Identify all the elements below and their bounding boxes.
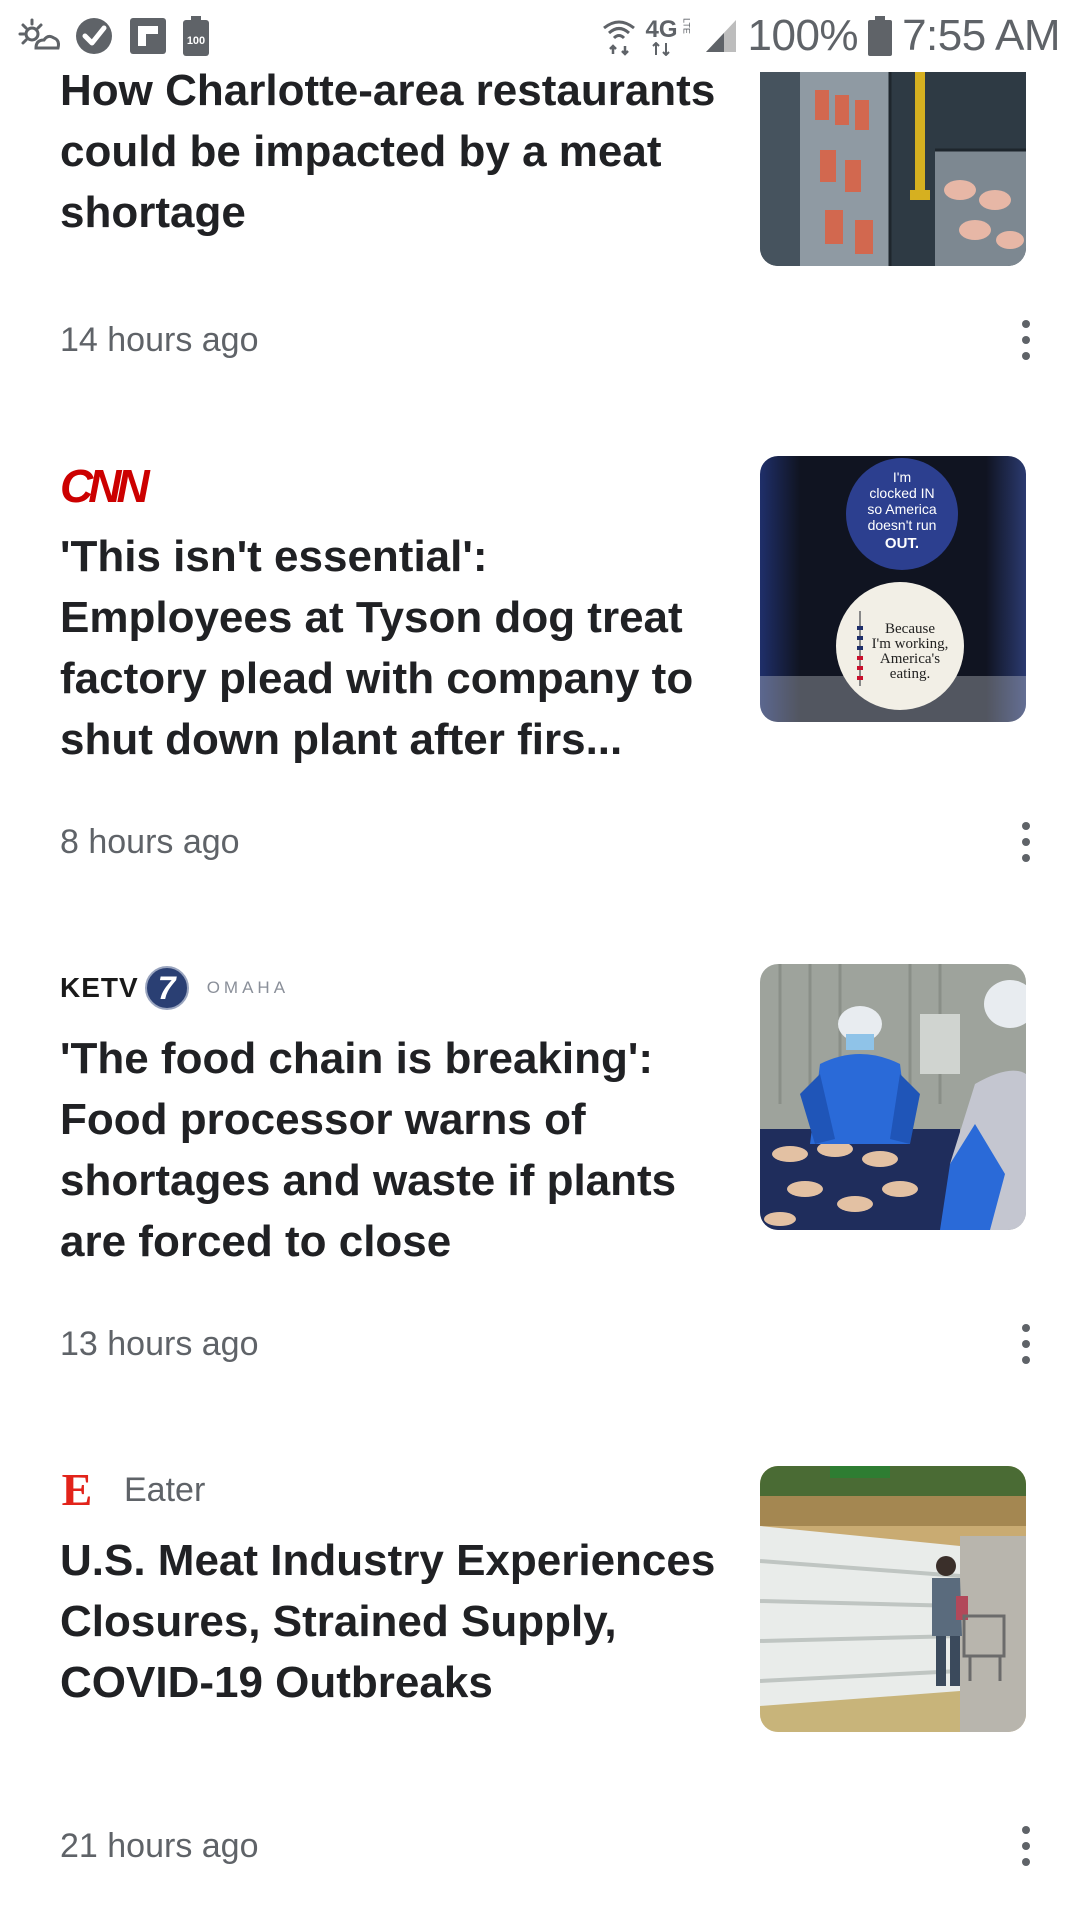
svg-text:America's: America's: [880, 651, 940, 667]
svg-text:Because: Because: [885, 621, 935, 637]
article-timestamp: 13 hours ago: [60, 1325, 259, 1363]
dot: [1022, 320, 1030, 328]
cellular-signal-icon: [704, 18, 738, 54]
more-options-button[interactable]: [1004, 812, 1048, 872]
eater-logo: E: [61, 1464, 93, 1515]
dot: [1022, 352, 1030, 360]
svg-text:100: 100: [187, 35, 205, 47]
dot: [1022, 1826, 1030, 1834]
food-processing-workers-image: [760, 964, 1026, 1230]
dot: [1022, 1340, 1030, 1348]
article-headline[interactable]: 'This isn't essential': Employees at Tys…: [60, 526, 730, 770]
article-headline[interactable]: How Charlotte-area restaurants could be …: [60, 60, 730, 243]
article-timestamp: 21 hours ago: [60, 1827, 259, 1865]
article-headline[interactable]: U.S. Meat Industry Experiences Closures,…: [60, 1530, 730, 1713]
battery-saver-icon: 100: [182, 15, 210, 57]
svg-text:eating.: eating.: [890, 666, 930, 682]
svg-text:I'm working,: I'm working,: [872, 636, 949, 652]
battery-icon: [868, 16, 893, 56]
dot: [1022, 1324, 1030, 1332]
empty-meat-shelves-image: [760, 1466, 1026, 1732]
flipboard-icon: [128, 16, 168, 56]
dot: [1022, 854, 1030, 862]
svg-text:I'm: I'm: [893, 469, 911, 485]
article-source[interactable]: E Eater: [60, 1464, 206, 1515]
dot: [1022, 838, 1030, 846]
notification-icons: 100: [16, 12, 210, 60]
dot: [1022, 1842, 1030, 1850]
article-thumbnail[interactable]: [760, 1466, 1026, 1732]
svg-text:clocked IN: clocked IN: [869, 485, 934, 501]
more-options-button[interactable]: [1004, 1816, 1048, 1876]
article-source[interactable]: KETV 7 OMAHA: [60, 964, 289, 1012]
svg-text:so America: so America: [867, 501, 936, 517]
more-options-button[interactable]: [1004, 310, 1048, 370]
status-bar: 100 4G LTE 100% 7:55 AM: [0, 0, 1080, 72]
dot: [1022, 822, 1030, 830]
svg-text:doesn't run: doesn't run: [868, 517, 937, 533]
dot: [1022, 336, 1030, 344]
article-timestamp: 14 hours ago: [60, 321, 259, 359]
system-indicators: 4G LTE 100% 7:55 AM: [602, 10, 1060, 62]
america-eating-stickers-image: I'm clocked IN so America doesn't run OU…: [760, 456, 1026, 722]
more-options-button[interactable]: [1004, 1314, 1048, 1374]
article-thumbnail[interactable]: I'm clocked IN so America doesn't run OU…: [760, 456, 1026, 722]
dot: [1022, 1858, 1030, 1866]
article-timestamp: 8 hours ago: [60, 823, 240, 861]
source-name: Eater: [124, 1470, 206, 1509]
ketv-logo-text: KETV: [60, 972, 139, 1003]
weather-icon: [16, 16, 60, 56]
check-circle-icon: [74, 16, 114, 56]
ketv-seven-icon: 7: [144, 966, 189, 1010]
wifi-icon: [602, 16, 636, 56]
dot: [1022, 1356, 1030, 1364]
network-type-icon: 4G LTE: [646, 14, 694, 58]
clock: 7:55 AM: [902, 11, 1060, 60]
svg-text:OUT.: OUT.: [885, 535, 919, 552]
article-source[interactable]: CNN: [60, 460, 150, 512]
cnn-logo: CNN: [60, 460, 150, 512]
article-headline[interactable]: 'The food chain is breaking': Food proce…: [60, 1028, 730, 1272]
article-thumbnail[interactable]: [760, 964, 1026, 1230]
battery-percent: 100%: [747, 11, 859, 60]
ketv-city: OMAHA: [206, 978, 290, 997]
